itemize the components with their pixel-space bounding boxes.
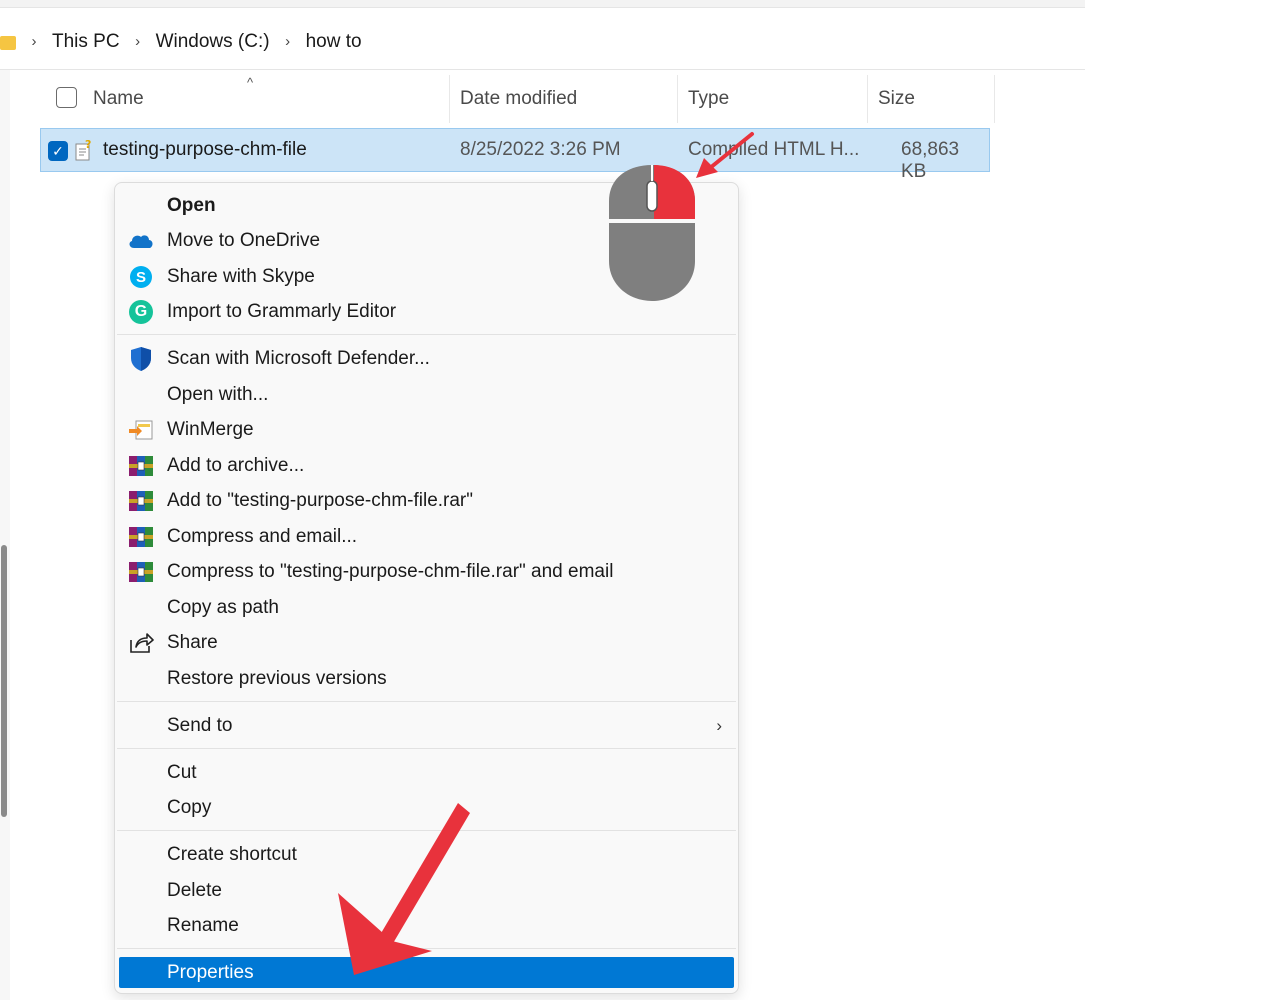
menu-item-cut[interactable]: Cut — [117, 756, 736, 790]
file-name[interactable]: testing-purpose-chm-file — [103, 139, 307, 161]
chevron-right-icon: › — [31, 33, 37, 50]
menu-item-label: Create shortcut — [167, 844, 297, 865]
menu-item-label: Add to "testing-purpose-chm-file.rar" — [167, 490, 474, 511]
menu-separator — [117, 701, 736, 702]
menu-item-label: Scan with Microsoft Defender... — [167, 348, 430, 369]
menu-item-winmerge[interactable]: WinMerge — [117, 413, 736, 447]
mouse-right-click-icon — [609, 165, 695, 301]
menu-item-label: Restore previous versions — [167, 668, 387, 689]
annotation-arrow-icon — [696, 132, 754, 178]
menu-item-label: Compress to "testing-purpose-chm-file.ra… — [167, 561, 614, 582]
menu-item-send-to[interactable]: Send to › — [117, 709, 736, 743]
menu-item-restore-previous-versions[interactable]: Restore previous versions — [117, 662, 736, 696]
share-icon — [128, 630, 154, 656]
menu-item-open-with[interactable]: Open with... — [117, 378, 736, 412]
grammarly-icon: G — [128, 299, 154, 325]
nav-pane-scrollbar[interactable] — [0, 70, 10, 1000]
folder-icon — [0, 34, 18, 50]
menu-item-label: Delete — [167, 880, 222, 901]
title-strip — [0, 0, 1085, 8]
menu-item-label: Import to Grammarly Editor — [167, 301, 397, 322]
sort-ascending-icon: ^ — [247, 75, 254, 90]
winrar-icon — [128, 524, 154, 550]
menu-separator — [117, 334, 736, 335]
menu-item-label: WinMerge — [167, 419, 254, 440]
file-row[interactable]: ✓ ? testing-purpose-chm-file 8/25/2022 3… — [40, 128, 990, 182]
breadcrumb-windows-c[interactable]: Windows (C:) — [154, 29, 272, 55]
column-name[interactable]: Name ^ — [40, 75, 450, 123]
onedrive-icon — [128, 228, 154, 254]
skype-icon: S — [128, 264, 154, 290]
menu-separator — [117, 748, 736, 749]
scrollbar-thumb[interactable] — [1, 545, 7, 817]
winrar-icon — [128, 488, 154, 514]
menu-item-label: Rename — [167, 915, 239, 936]
winmerge-icon — [128, 417, 154, 443]
menu-item-label: Move to OneDrive — [167, 230, 321, 251]
select-all-checkbox[interactable] — [56, 87, 77, 108]
menu-item-label: Cut — [167, 762, 197, 783]
chevron-right-icon: › — [285, 33, 291, 50]
column-header: Name ^ Date modified Type Size — [40, 75, 995, 123]
menu-item-scan-with-defender[interactable]: Scan with Microsoft Defender... — [117, 342, 736, 376]
menu-item-label: Open — [167, 195, 216, 216]
defender-shield-icon — [128, 346, 154, 372]
menu-item-label: Share — [167, 632, 218, 653]
menu-item-label: Copy as path — [167, 597, 279, 618]
annotation-arrow-icon — [338, 803, 470, 975]
menu-item-label: Copy — [167, 797, 212, 818]
menu-item-share[interactable]: Share — [117, 626, 736, 660]
svg-text:?: ? — [85, 138, 91, 151]
chevron-right-icon: › — [716, 716, 722, 735]
winrar-icon — [128, 453, 154, 479]
menu-item-label: Share with Skype — [167, 266, 315, 287]
column-name-label: Name — [93, 88, 144, 109]
menu-item-compress-and-email[interactable]: Compress and email... — [117, 520, 736, 554]
file-size: 68,863 KB — [901, 139, 960, 182]
column-size[interactable]: Size — [868, 75, 995, 123]
menu-item-add-to-rar[interactable]: Add to "testing-purpose-chm-file.rar" — [117, 484, 736, 518]
menu-item-label: Compress and email... — [167, 526, 358, 547]
row-checkbox-checked[interactable]: ✓ — [48, 141, 68, 161]
address-bar[interactable]: › This PC › Windows (C:) › how to — [0, 14, 1085, 70]
column-type[interactable]: Type — [678, 75, 868, 123]
menu-item-label: Send to — [167, 715, 233, 736]
chevron-right-icon: › — [135, 33, 141, 50]
winrar-icon — [128, 559, 154, 585]
menu-item-copy-as-path[interactable]: Copy as path — [117, 591, 736, 625]
menu-item-label: Open with... — [167, 384, 269, 405]
column-date-label: Date modified — [460, 88, 578, 109]
chm-file-icon: ? — [75, 138, 91, 161]
column-size-label: Size — [878, 88, 915, 109]
menu-item-label: Properties — [167, 961, 254, 983]
menu-item-label: Add to archive... — [167, 455, 305, 476]
menu-item-compress-to-rar-and-email[interactable]: Compress to "testing-purpose-chm-file.ra… — [117, 555, 736, 589]
column-date-modified[interactable]: Date modified — [450, 75, 678, 123]
file-date-modified: 8/25/2022 3:26 PM — [460, 139, 621, 160]
column-type-label: Type — [688, 88, 730, 109]
breadcrumb-how-to[interactable]: how to — [304, 29, 364, 55]
breadcrumb-this-pc[interactable]: This PC — [50, 29, 122, 55]
menu-item-add-to-archive[interactable]: Add to archive... — [117, 449, 736, 483]
